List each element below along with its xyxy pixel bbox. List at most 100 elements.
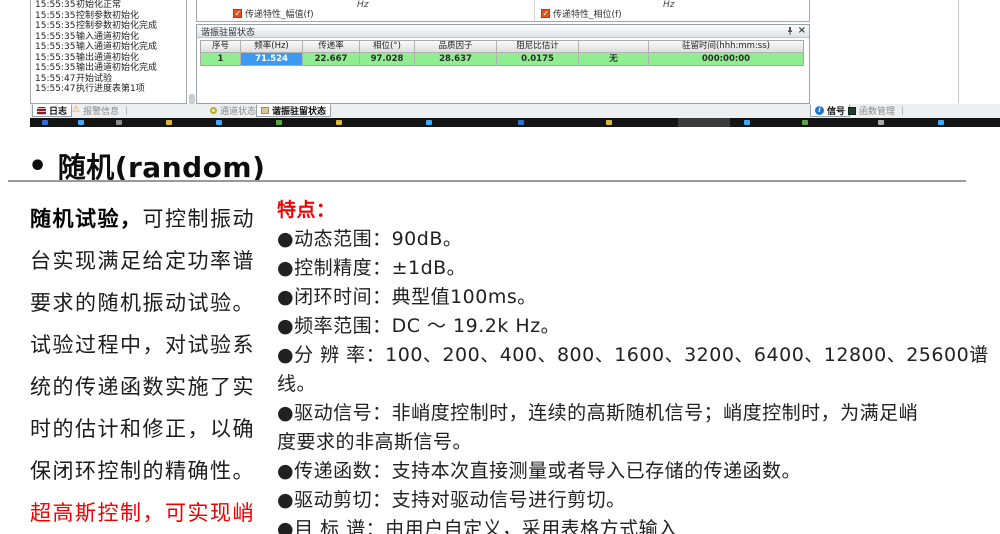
feature-item-continuation: 度要求的非高斯信号。 bbox=[277, 428, 996, 457]
col-header-transmissibility: 传递率 bbox=[303, 41, 360, 52]
taskbar-icon[interactable] bbox=[336, 120, 342, 125]
log-time: 15:55:35 bbox=[35, 32, 71, 43]
taskbar-icon[interactable] bbox=[116, 120, 122, 125]
log-entry: 15:55:35控制参数初始化 bbox=[31, 11, 186, 22]
feature-item: ●动态范围：90dB。 bbox=[277, 225, 996, 254]
resonance-status-icon bbox=[261, 107, 269, 114]
taskbar-icon[interactable] bbox=[166, 120, 172, 125]
taskbar-icon[interactable] bbox=[426, 120, 432, 125]
cell-damping[interactable]: 0.0175 bbox=[497, 53, 579, 65]
tab-function-manager[interactable]: 函数管理 bbox=[844, 104, 899, 117]
tab-alarm-info[interactable]: ⚠ 报警信息 bbox=[68, 104, 123, 117]
feature-item: ●控制精度：±1dB。 bbox=[277, 254, 996, 283]
cell-q-factor[interactable]: 28.637 bbox=[415, 53, 497, 65]
paragraph-line: 台实现满足给定功率谱 bbox=[30, 240, 278, 282]
taskbar-icon[interactable] bbox=[938, 120, 944, 125]
taskbar-icon[interactable] bbox=[216, 120, 222, 125]
channel-status-icon bbox=[210, 107, 217, 114]
log-time: 15:55:47 bbox=[35, 84, 71, 95]
log-time: 15:55:35 bbox=[35, 11, 71, 22]
log-time: 15:55:35 bbox=[35, 53, 71, 64]
log-time: 15:55:35 bbox=[35, 42, 71, 53]
resonance-table: 序号 频率(Hz) 传递率 相位(°) 品质因子 阻尼比估计 驻留时间(hhh:… bbox=[200, 40, 804, 66]
paragraph-line: 试验过程中，对试验系 bbox=[30, 324, 278, 366]
cell-dwell-time[interactable]: 000:00:00 bbox=[649, 53, 803, 65]
feature-item: ●传递函数：支持本次直接测量或者导入已存储的传递函数。 bbox=[277, 457, 996, 486]
close-icon[interactable]: × bbox=[798, 26, 806, 36]
cell-frequency-selected[interactable]: 71.524 bbox=[241, 53, 303, 65]
log-message: 执行进度表第1项 bbox=[76, 84, 145, 95]
tab-label: 报警信息 bbox=[83, 104, 119, 117]
log-message: 开始试验 bbox=[76, 74, 112, 85]
col-header-q-factor: 品质因子 bbox=[415, 41, 497, 52]
tab-label: 谐振驻留状态 bbox=[272, 104, 326, 117]
taskbar-icon[interactable] bbox=[276, 120, 282, 125]
legend-transfer-phase[interactable]: 传递特性_相位(f) bbox=[541, 7, 622, 20]
log-icon bbox=[37, 107, 46, 115]
table-header-row: 序号 频率(Hz) 传递率 相位(°) 品质因子 阻尼比估计 驻留时间(hhh:… bbox=[201, 41, 803, 53]
taskbar-icon[interactable] bbox=[606, 120, 612, 125]
checkbox-checked-icon[interactable] bbox=[233, 9, 242, 18]
tab-label: 函数管理 bbox=[859, 104, 895, 117]
log-entry: 15:55:35初始化正常 bbox=[31, 0, 186, 11]
legend-label: 传递特性_相位(f) bbox=[553, 7, 622, 20]
taskbar-icon[interactable] bbox=[878, 120, 884, 125]
log-message: 输入通道初始化完成 bbox=[76, 42, 157, 53]
cell-index[interactable]: 1 bbox=[201, 53, 241, 65]
log-time: 15:55:47 bbox=[35, 74, 71, 85]
chart-divider bbox=[534, 0, 535, 21]
log-entry: 15:55:35输出通道初始化完成 bbox=[31, 63, 186, 74]
tab-channel-status[interactable]: 通道状态 bbox=[206, 104, 260, 117]
tab-label: 日志 bbox=[49, 104, 67, 117]
taskbar-icon[interactable] bbox=[518, 120, 524, 125]
log-entry: 15:55:47 开始试验 bbox=[31, 74, 186, 85]
panel-title-bar: 谐振驻留状态 × bbox=[197, 25, 809, 38]
taskbar-active-segment[interactable] bbox=[678, 118, 730, 127]
features-title: 特点： bbox=[277, 196, 996, 225]
col-header-damping: 阻尼比估计 bbox=[497, 41, 579, 52]
tab-resonance-dwell-status[interactable]: 谐振驻留状态 bbox=[256, 104, 331, 117]
cell-transmissibility[interactable]: 22.667 bbox=[303, 53, 360, 65]
log-entry: 15:55:47 执行进度表第1项 bbox=[31, 84, 186, 95]
log-entry: 15:55:35控制参数初始化完成 bbox=[31, 21, 186, 32]
paragraph-line: 随机试验，可控制振动 bbox=[30, 198, 278, 240]
resonance-dwell-panel: 谐振驻留状态 × 序号 频率(Hz) 传递率 相位(°) 品质因子 阻尼比估计 … bbox=[196, 24, 810, 104]
log-message: 输出通道初始化完成 bbox=[76, 63, 157, 74]
heading-underline bbox=[8, 180, 966, 182]
function-manager-icon bbox=[848, 107, 856, 115]
tab-log[interactable]: 日志 bbox=[32, 104, 72, 117]
paragraph-line: 时的估计和修正，以确 bbox=[30, 408, 278, 450]
paragraph-line: 要求的随机振动试验。 bbox=[30, 282, 278, 324]
taskbar-icon[interactable] bbox=[42, 120, 48, 125]
log-entry: 15:55:35输入通道初始化 bbox=[31, 32, 186, 43]
x-axis-unit-label: Hz bbox=[663, 0, 675, 10]
panel-title: 谐振驻留状态 bbox=[201, 25, 255, 38]
feature-item: ●分 辨 率：100、200、400、800、1600、3200、6400、12… bbox=[277, 341, 996, 370]
feature-item: ●频率范围：DC ～ 19.2k Hz。 bbox=[277, 312, 996, 341]
feature-item-continuation: 线。 bbox=[277, 370, 996, 399]
page: 15:55:35初始化正常 15:55:35控制参数初始化 15:55:35控制… bbox=[0, 0, 1000, 534]
log-entry: 15:55:35 输入通道初始化完成 bbox=[31, 42, 186, 53]
features-list: 特点： ●动态范围：90dB。 ●控制精度：±1dB。 ●闭环时间：典型值100… bbox=[277, 196, 996, 534]
feature-item: ●驱动信号：非峭度控制时，连续的高斯随机信号；峭度控制时，为满足峭 bbox=[277, 399, 996, 428]
col-header-frequency: 频率(Hz) bbox=[241, 41, 303, 52]
paragraph-lead: 随机试验， bbox=[30, 207, 143, 231]
checkbox-checked-icon[interactable] bbox=[541, 9, 550, 18]
pin-icon[interactable] bbox=[786, 27, 794, 35]
taskbar-icon[interactable] bbox=[802, 120, 808, 125]
info-icon: i bbox=[815, 106, 824, 115]
tab-label: 信号 bbox=[827, 104, 845, 117]
panel-splitter[interactable] bbox=[189, 94, 195, 104]
legend-transfer-amplitude[interactable]: 传递特性_幅值(f) bbox=[233, 7, 314, 20]
paragraph-line-highlight: 超高斯控制，可实现峭 bbox=[30, 492, 278, 534]
cell-skip[interactable]: 无 bbox=[579, 53, 649, 65]
log-entry: 15:55:35输出通道初始化 bbox=[31, 53, 186, 64]
col-header-index: 序号 bbox=[201, 41, 241, 52]
transfer-charts-bottom: Hz Hz 传递特性_幅值(f) 传递特性_相位(f) bbox=[196, 0, 810, 22]
table-row[interactable]: 1 71.524 22.667 97.028 28.637 0.0175 无 0… bbox=[201, 53, 803, 65]
taskbar-icon[interactable] bbox=[78, 120, 84, 125]
intro-paragraph: 随机试验，可控制振动 台实现满足给定功率谱 要求的随机振动试验。 试验过程中，对… bbox=[30, 198, 278, 534]
software-screenshot: 15:55:35初始化正常 15:55:35控制参数初始化 15:55:35控制… bbox=[0, 0, 1000, 128]
taskbar-icon[interactable] bbox=[744, 120, 750, 125]
cell-phase[interactable]: 97.028 bbox=[360, 53, 415, 65]
